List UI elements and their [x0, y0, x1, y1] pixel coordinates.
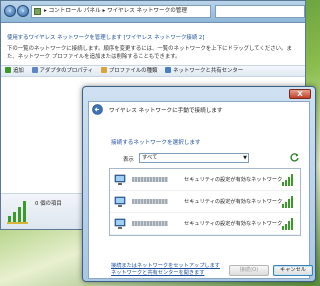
item-count: 0 個の項目 [35, 201, 62, 207]
list-item[interactable]: セキュリティの設定が有効なネットワーク [110, 169, 300, 191]
dialog-title: ワイヤレス ネットワークに手動で接続します [109, 108, 223, 114]
add-icon [5, 67, 11, 73]
profile-types-button[interactable]: プロファイルの種類 [100, 67, 158, 74]
connect-button[interactable]: 接続(O) [229, 265, 269, 276]
address-text: ▸ コントロール パネル ▸ ワイヤレス ネットワークの管理 [44, 8, 187, 14]
network-security: セキュリティの設定が有効なネットワーク [184, 177, 283, 183]
cancel-button[interactable]: キャンセル [273, 265, 313, 276]
dialog-body: ワイヤレス ネットワークに手動で接続します 接続するネットワークを選択します 表… [88, 101, 310, 279]
list-item[interactable]: セキュリティの設定が有効なネットワーク [110, 213, 300, 235]
heading-text: 使用するワイヤレス ネットワークを管理します [7, 35, 122, 41]
show-label: 表示 [123, 157, 134, 163]
forward-icon[interactable]: › [17, 5, 29, 17]
title-bar: ‹ › ▸ コントロール パネル ▸ ワイヤレス ネットワークの管理 [1, 1, 305, 23]
network-list: セキュリティの設定が有効なネットワーク セキュリティの設定が有効なネットワーク [109, 168, 301, 236]
page-heading: 使用するワイヤレス ネットワークを管理します [ワイヤレス ネットワーク接続 2… [7, 33, 299, 41]
profile-icon [100, 67, 107, 73]
adapter-label: アダプタのプロパティ [39, 68, 94, 74]
adapter-icon [31, 67, 38, 73]
add-label: 追加 [13, 68, 24, 74]
address-bar[interactable]: ▸ コントロール パネル ▸ ワイヤレス ネットワークの管理 [31, 5, 211, 18]
computer-network-icon [114, 174, 126, 185]
add-button[interactable]: 追加 [5, 67, 24, 74]
adapter-properties-button[interactable]: アダプタのプロパティ [31, 67, 94, 74]
network-security: セキュリティの設定が有効なネットワーク [184, 221, 283, 227]
manual-connect-dialog: X ワイヤレス ネットワークに手動で接続します 接続するネットワークを選択します… [82, 86, 316, 282]
profile-label: プロファイルの種類 [108, 68, 158, 74]
computer-network-icon [114, 218, 126, 229]
adapter-link[interactable]: [ワイヤレス ネットワーク接続 2] [123, 35, 204, 41]
command-bar: 追加 アダプタのプロパティ プロファイルの種類 ネットワークと共有センター [1, 65, 305, 77]
search-input[interactable] [215, 5, 305, 18]
back-arrow-icon[interactable] [92, 104, 103, 115]
dialog-subtitle: 接続するネットワークを選択します [111, 140, 201, 146]
chevron-down-icon: ▼ [243, 155, 247, 161]
control-panel-icon [34, 8, 41, 15]
back-icon[interactable]: ‹ [4, 5, 16, 17]
redacted-ssid [132, 221, 168, 226]
wireless-signal-icon [7, 201, 28, 224]
dialog-footer: 接続(O) キャンセル [83, 265, 315, 279]
network-center-button[interactable]: ネットワークと共有センター [165, 67, 244, 74]
center-label: ネットワークと共有センター [173, 68, 244, 74]
list-item[interactable]: セキュリティの設定が有効なネットワーク [110, 191, 300, 213]
dialog-header: ワイヤレス ネットワークに手動で接続します [89, 102, 309, 118]
signal-strength-icon [282, 218, 293, 230]
signal-strength-icon [282, 196, 293, 208]
signal-strength-icon [282, 174, 293, 186]
refresh-icon[interactable] [289, 152, 300, 163]
network-security: セキュリティの設定が有効なネットワーク [184, 199, 283, 205]
redacted-ssid [132, 177, 168, 182]
close-button[interactable]: X [289, 89, 311, 99]
network-icon [165, 67, 172, 73]
computer-network-icon [114, 196, 126, 207]
show-filter-value: すべて [142, 155, 158, 161]
show-filter-select[interactable]: すべて ▼ [139, 153, 249, 163]
page-description: 下の一覧のネットワークに接続します。順序を変更するには、一覧のネットワークを上下… [7, 46, 292, 60]
redacted-ssid [132, 199, 168, 204]
